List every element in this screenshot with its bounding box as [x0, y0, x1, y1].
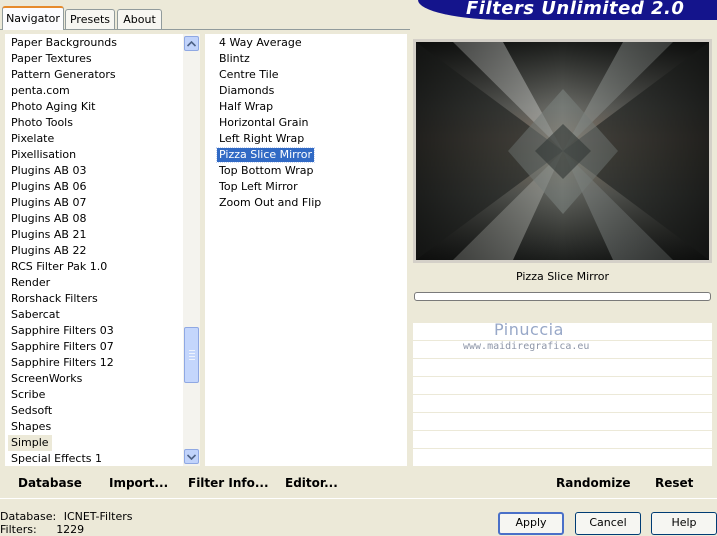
filters-value: 1229 [56, 523, 85, 536]
category-item[interactable]: Sabercat [11, 307, 60, 323]
filter-item[interactable]: Half Wrap [219, 100, 273, 114]
filter-preview-image [416, 42, 709, 260]
footer-separator [0, 498, 717, 499]
category-item[interactable]: Pixellisation [11, 147, 76, 163]
param-row-divider [413, 412, 712, 413]
filter-item[interactable]: Zoom Out and Flip [219, 196, 321, 210]
arrow-down-icon [187, 453, 196, 460]
editor-button[interactable]: Editor... [285, 476, 338, 490]
category-item[interactable]: Sapphire Filters 12 [11, 355, 114, 371]
category-item[interactable]: Plugins AB 21 [11, 227, 86, 243]
app-title: Filters Unlimited 2.0 [466, 0, 685, 19]
database-label: Database: [0, 510, 57, 523]
category-item[interactable]: Sedsoft [11, 403, 52, 419]
category-scrollbar[interactable] [183, 34, 200, 466]
filter-item[interactable]: Top Bottom Wrap [219, 164, 314, 178]
filters-label: Filters: [0, 523, 37, 536]
category-item[interactable]: Sapphire Filters 07 [11, 339, 114, 355]
reset-button[interactable]: Reset [655, 476, 693, 490]
arrow-up-icon [187, 40, 196, 47]
filter-item[interactable]: Top Left Mirror [219, 180, 298, 194]
param-row-divider [413, 358, 712, 359]
tab-presets[interactable]: Presets [65, 9, 115, 29]
category-item[interactable]: Plugins AB 06 [11, 179, 86, 195]
scroll-up-button[interactable] [184, 36, 199, 51]
category-item[interactable]: Scribe [11, 387, 45, 403]
filter-item[interactable]: Pizza Slice Mirror [215, 147, 316, 163]
category-item[interactable]: Plugins AB 07 [11, 195, 86, 211]
help-button[interactable]: Help [651, 512, 717, 535]
preview-filter-name: Pizza Slice Mirror [515, 270, 610, 283]
apply-button[interactable]: Apply [498, 512, 564, 535]
category-item[interactable]: Pattern Generators [11, 67, 116, 83]
category-item[interactable]: Pixelate [11, 131, 54, 147]
filter-item[interactable]: Blintz [219, 52, 250, 66]
category-item[interactable]: Plugins AB 22 [11, 243, 86, 259]
category-item[interactable]: Photo Aging Kit [11, 99, 95, 115]
category-item[interactable]: Plugins AB 08 [11, 211, 86, 227]
import-button[interactable]: Import... [109, 476, 168, 490]
param-row-divider [413, 376, 712, 377]
param-row-divider [413, 448, 712, 449]
category-item[interactable]: Plugins AB 03 [11, 163, 86, 179]
parameter-slider[interactable] [414, 292, 711, 301]
randomize-button[interactable]: Randomize [556, 476, 630, 490]
filter-item[interactable]: Horizontal Grain [219, 116, 308, 130]
param-row-divider [413, 430, 712, 431]
filter-info-button[interactable]: Filter Info... [188, 476, 269, 490]
filter-item[interactable]: Centre Tile [219, 68, 279, 82]
filters-info: Filters: 1229 [0, 523, 84, 536]
category-item[interactable]: Simple [8, 435, 52, 451]
category-item[interactable]: Paper Backgrounds [11, 35, 117, 51]
category-item[interactable]: Render [11, 275, 50, 291]
filter-item[interactable]: 4 Way Average [219, 36, 302, 50]
scroll-down-button[interactable] [184, 449, 199, 464]
category-item[interactable]: Paper Textures [11, 51, 92, 67]
database-button[interactable]: Database [18, 476, 82, 490]
category-item[interactable]: Sapphire Filters 03 [11, 323, 114, 339]
category-item[interactable]: Shapes [11, 419, 51, 435]
database-value: ICNET-Filters [63, 510, 133, 523]
filter-list[interactable] [205, 34, 407, 466]
category-item[interactable]: Rorshack Filters [11, 291, 98, 307]
watermark-text: Pinuccia [494, 320, 564, 339]
tab-about[interactable]: About [117, 9, 162, 29]
category-item[interactable]: Photo Tools [11, 115, 73, 131]
watermark-url: www.maidiregrafica.eu [463, 341, 590, 352]
filter-item[interactable]: Left Right Wrap [219, 132, 304, 146]
category-item[interactable]: penta.com [11, 83, 70, 99]
category-item[interactable]: ScreenWorks [11, 371, 82, 387]
cancel-button[interactable]: Cancel [575, 512, 641, 535]
filter-item[interactable]: Diamonds [219, 84, 274, 98]
category-item[interactable]: RCS Filter Pak 1.0 [11, 259, 107, 275]
scrollbar-thumb[interactable] [184, 327, 199, 383]
category-item[interactable]: Special Effects 1 [11, 451, 102, 467]
param-row-divider [413, 394, 712, 395]
tab-navigator[interactable]: Navigator [2, 6, 64, 30]
preview-frame [413, 39, 712, 263]
database-info: Database: ICNET-Filters [0, 510, 132, 523]
